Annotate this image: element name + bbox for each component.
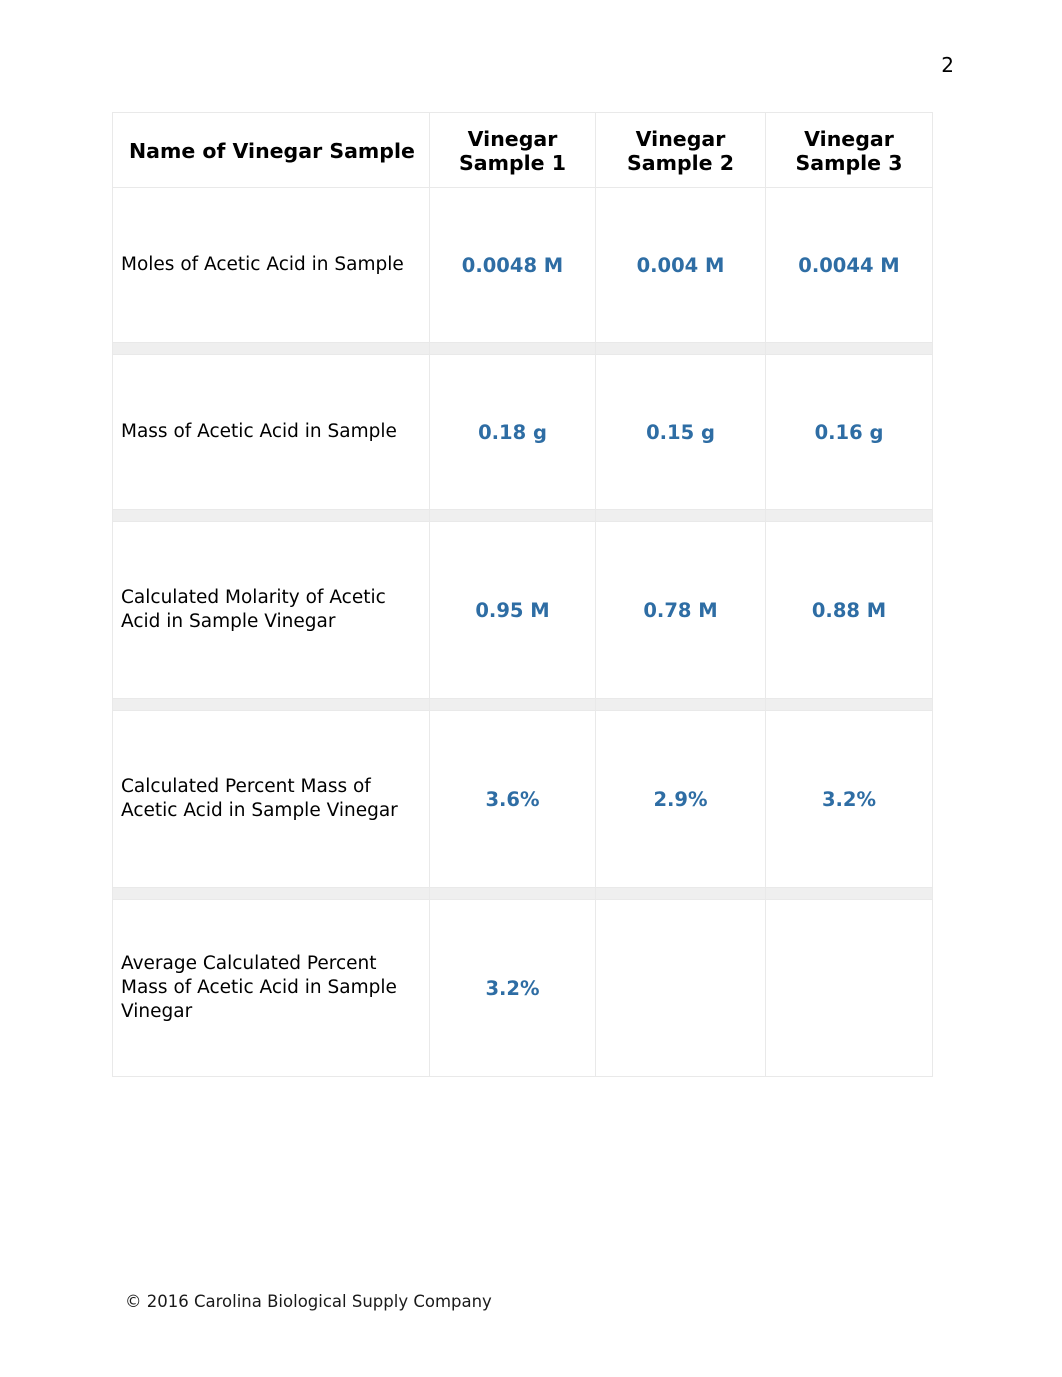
row-separator <box>112 887 933 901</box>
row-separator-cell <box>429 342 596 356</box>
header-row: Name of Vinegar Sample Vinegar Sample 1 … <box>112 111 933 189</box>
cell-sample-2: 0.15 g <box>595 354 766 511</box>
table-header: Name of Vinegar Sample Vinegar Sample 1 … <box>112 111 933 189</box>
row-separator-cell <box>112 509 430 523</box>
row-separator-cell <box>112 342 430 356</box>
row-label: Calculated Percent Mass of Acetic Acid i… <box>112 710 430 889</box>
cell-sample-3: 0.16 g <box>765 354 933 511</box>
row-separator-cell <box>765 698 933 712</box>
page-number: 2 <box>941 53 954 77</box>
cell-sample-3: 0.0044 M <box>765 187 933 344</box>
row-separator-cell <box>429 698 596 712</box>
cell-sample-1: 0.18 g <box>429 354 596 511</box>
footer-copyright: © 2016 Carolina Biological Supply Compan… <box>125 1292 492 1311</box>
table-row: Calculated Percent Mass of Acetic Acid i… <box>112 710 933 889</box>
row-label: Calculated Molarity of Acetic Acid in Sa… <box>112 521 430 700</box>
row-label: Mass of Acetic Acid in Sample <box>112 354 430 511</box>
row-label: Average Calculated Percent Mass of Aceti… <box>112 899 430 1078</box>
cell-sample-2: 2.9% <box>595 710 766 889</box>
row-separator <box>112 698 933 712</box>
cell-sample-2: 0.78 M <box>595 521 766 700</box>
table-row: Calculated Molarity of Acetic Acid in Sa… <box>112 521 933 700</box>
row-separator-cell <box>595 509 766 523</box>
cell-sample-1: 3.2% <box>429 899 596 1078</box>
row-separator <box>112 342 933 356</box>
column-header-vinegar-sample-3: Vinegar Sample 3 <box>765 111 933 189</box>
row-separator-cell <box>765 887 933 901</box>
table-body: Moles of Acetic Acid in Sample 0.0048 M … <box>112 187 933 1078</box>
row-separator-cell <box>765 509 933 523</box>
row-separator-cell <box>112 887 430 901</box>
column-header-name-of-vinegar-sample: Name of Vinegar Sample <box>112 111 430 189</box>
cell-sample-2: 0.004 M <box>595 187 766 344</box>
cell-sample-3: 0.88 M <box>765 521 933 700</box>
row-separator-cell <box>429 887 596 901</box>
document-page: 2 Name of Vinegar Sample Vinegar Sample … <box>0 0 1062 1377</box>
row-separator <box>112 509 933 523</box>
row-separator-cell <box>595 342 766 356</box>
table-row: Moles of Acetic Acid in Sample 0.0048 M … <box>112 187 933 344</box>
cell-sample-1: 3.6% <box>429 710 596 889</box>
vinegar-data-table-container: Name of Vinegar Sample Vinegar Sample 1 … <box>112 111 933 1078</box>
column-header-vinegar-sample-1: Vinegar Sample 1 <box>429 111 596 189</box>
row-separator-cell <box>112 698 430 712</box>
column-header-vinegar-sample-2: Vinegar Sample 2 <box>595 111 766 189</box>
row-separator-cell <box>595 698 766 712</box>
cell-sample-2 <box>595 899 766 1078</box>
table-row: Average Calculated Percent Mass of Aceti… <box>112 899 933 1078</box>
row-separator-cell <box>595 887 766 901</box>
table-row: Mass of Acetic Acid in Sample 0.18 g 0.1… <box>112 354 933 511</box>
row-separator-cell <box>765 342 933 356</box>
cell-sample-3: 3.2% <box>765 710 933 889</box>
cell-sample-1: 0.0048 M <box>429 187 596 344</box>
cell-sample-1: 0.95 M <box>429 521 596 700</box>
row-separator-cell <box>429 509 596 523</box>
row-label: Moles of Acetic Acid in Sample <box>112 187 430 344</box>
cell-sample-3 <box>765 899 933 1078</box>
vinegar-data-table: Name of Vinegar Sample Vinegar Sample 1 … <box>112 111 933 1078</box>
